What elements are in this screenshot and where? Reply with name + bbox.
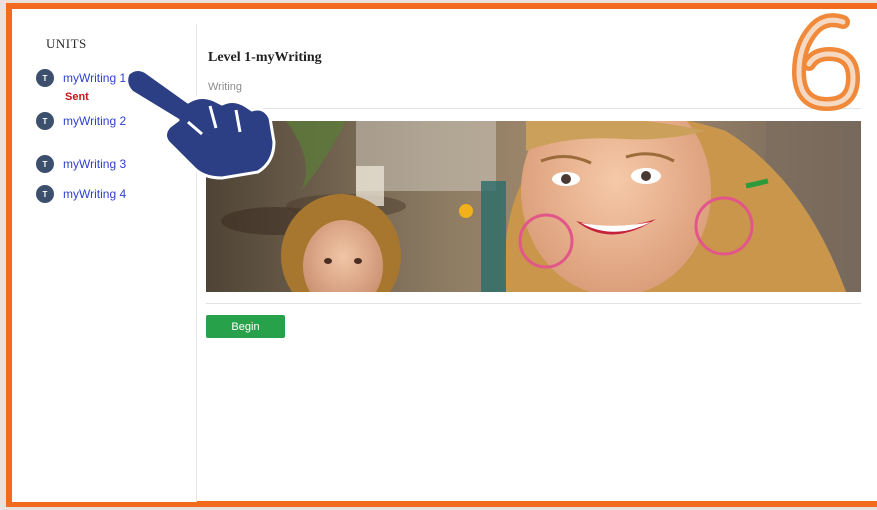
unit-avatar: T <box>36 185 54 203</box>
unit-label[interactable]: myWriting 3 <box>63 157 126 171</box>
main-content: Level 1-myWriting Writing Begin <box>196 24 877 502</box>
unit-label[interactable]: myWriting 2 <box>63 114 126 128</box>
unit-item-mywriting-1[interactable]: T myWriting 1 <box>36 68 126 88</box>
unit-avatar: T <box>36 155 54 173</box>
unit-item-mywriting-3[interactable]: T myWriting 3 <box>36 154 126 174</box>
sent-status: Sent <box>65 91 89 103</box>
unit-avatar: T <box>36 112 54 130</box>
units-heading: UNITS <box>46 36 87 51</box>
lesson-banner-image <box>206 121 861 292</box>
unit-avatar: T <box>36 69 54 87</box>
begin-button[interactable]: Begin <box>206 315 285 338</box>
divider <box>206 108 861 109</box>
pointing-hand-icon <box>118 62 278 180</box>
unit-item-mywriting-4[interactable]: T myWriting 4 <box>36 184 126 204</box>
unit-label[interactable]: myWriting 1 <box>63 71 126 85</box>
divider <box>206 303 861 304</box>
unit-item-mywriting-2[interactable]: T myWriting 2 <box>36 111 126 131</box>
unit-label[interactable]: myWriting 4 <box>63 187 126 201</box>
step-number-six <box>785 12 865 112</box>
